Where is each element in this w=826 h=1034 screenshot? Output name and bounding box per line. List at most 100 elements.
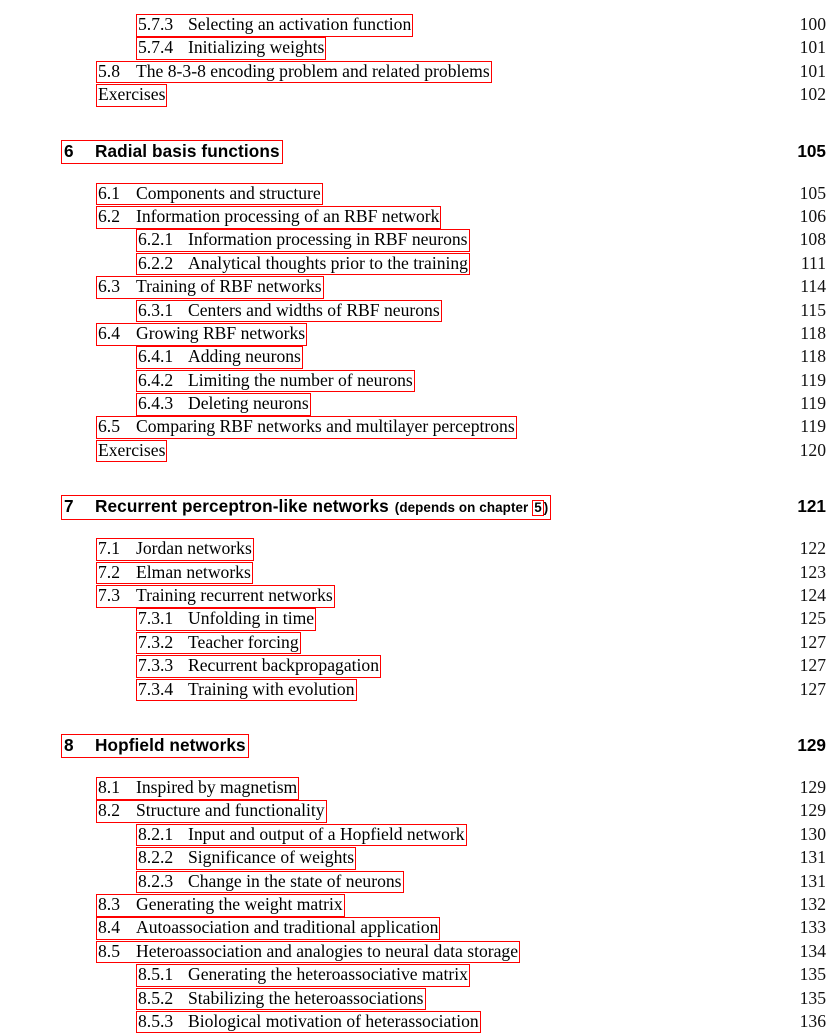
toc-entry-link[interactable]: 8.2 Structure and functionality [96,800,327,823]
toc-entry-page: 101 [799,37,826,58]
toc-chapter-title: Recurrent perceptron-like networks [95,496,389,517]
toc-chapter-link[interactable]: 8 Hopfield networks [61,733,249,759]
toc-entry-page: 129 [799,776,826,797]
toc-entry-page: 132 [799,893,826,914]
toc-entry-row: 6.4 Growing RBF networks 118 [0,322,826,346]
toc-entry-number: 6.4 [98,322,120,343]
toc-entry-row: 8.5.2 Stabilizing the heteroassociations 1… [0,987,826,1011]
toc-entry-link[interactable]: 6.4.3 Deleting neurons [136,393,311,416]
toc-chapter-page: 129 [797,734,826,755]
toc-entry-number: 6.4.3 [138,393,174,414]
toc-entry-number: 6.4.1 [138,346,174,367]
toc-entry-link[interactable]: 6.4.1 Adding neurons [136,346,303,369]
toc-entry-title: Heteroassociation and analogies to neura… [136,940,519,961]
toc-entry-link[interactable]: 7.3.1 Unfolding in time [136,608,317,632]
toc-entry-row: 8.2.1 Input and output of a Hopfield netw… [0,823,826,847]
toc-entry-row: 6.2.1 Information processing in RBF neuro… [0,229,826,252]
toc-entry-row: 8.3 Generating the weight matrix 132 [0,893,826,917]
toc-entry-link[interactable]: Exercises [96,84,168,107]
toc-entry-link[interactable]: 6.3 Training of RBF networks [96,276,324,299]
toc-entry-title: Stabilizing the heteroassociations [188,987,424,1008]
toc-entry-row: 8.5.1 Generating the heteroassociative ma… [0,964,826,987]
toc-entry-link[interactable]: 8.3 Generating the weight matrix [96,893,345,917]
toc-entry-link[interactable]: 8.1 Inspired by magnetism [96,776,300,800]
toc-entry-link[interactable]: 8.5.3 Biological motivation of heterassoc… [136,1010,481,1034]
toc-entry-link[interactable]: 8.4 Autoassociation and traditional appli… [96,917,441,940]
toc-entry-number: 7.1 [98,538,120,559]
dot-leader [365,694,774,695]
chapter-note-prefix: (depends on chapter [394,500,533,516]
toc-entry-link[interactable]: 8.5 Heteroassociation and analogies to ne… [96,940,521,964]
toc-entry-row: 8.5 Heteroassociation and analogies to ne… [0,940,826,964]
toc-entry-number: 8.1 [98,776,120,797]
toc-entry-link[interactable]: 7.3.3 Recurrent backpropagation [136,655,382,678]
toc-entry-row: Exercises 102 [0,84,826,107]
toc-entry-link[interactable]: Exercises [96,439,168,463]
toc-entry-title: Significance of weights [188,847,355,868]
toc-entry-link[interactable]: 6.2.1 Information processing in RBF neuro… [136,229,470,252]
toc-entry-link[interactable]: 8.2.1 Input and output of a Hopfield netw… [136,823,467,847]
toc-entry-link[interactable]: 8.2.2 Significance of weights [136,847,357,870]
toc-entry-link[interactable]: 8.2.3 Change in the state of neurons [136,870,404,894]
toc-entry-row: 5.7.3 Selecting an activation function 100 [0,14,826,37]
toc-entry-number: 8.2 [98,800,120,821]
chapter-note-reference-link[interactable]: 5 [532,500,544,516]
toc-entry-link[interactable]: 8.5.1 Generating the heteroassociative ma… [136,964,470,987]
toc-entry-row: 7.2 Elman networks 123 [0,561,826,585]
toc-entry-number: 8.3 [98,893,120,914]
toc-entry-link[interactable]: 8.5.2 Stabilizing the heteroassociations [136,987,426,1011]
toc-chapter-row: 6 Radial basis functions 105 [0,139,826,170]
toc-entry-link[interactable]: 6.2 Information processing of an RBF netw… [96,205,442,229]
toc-entry-number: 6.1 [98,182,120,203]
dot-leader [311,361,773,362]
toc-entry-page: 101 [799,60,826,81]
dot-leader [315,338,773,339]
toc-entry-link[interactable]: 7.3.4 Training with evolution [136,678,357,702]
toc-entry-row: 8.2 Structure and functionality 129 [0,800,826,823]
toc-entry-title: Comparing RBF networks and multilayer pe… [136,416,515,437]
toc-entry-page: 127 [799,655,826,676]
toc-entry-row: 6.2.2 Analytical thoughts prior to the tr… [0,252,826,276]
toc-entry-page: 106 [799,205,826,226]
toc-entry-link[interactable]: 7.3 Training recurrent networks [96,585,335,608]
toc-entry-link[interactable]: 5.7.3 Selecting an activation function [136,14,414,37]
toc-entry-link[interactable]: 6.2.2 Analytical thoughts prior to the tr… [136,252,470,276]
toc-entry-number: 8.5.1 [138,964,174,985]
toc-entry-link[interactable]: 7.3.2 Teacher forcing [136,631,301,655]
toc-entry-row: 8.1 Inspired by magnetism 129 [0,776,826,800]
toc-entry-link[interactable]: 6.4.2 Limiting the number of neurons [136,369,415,393]
toc-entry-page: 123 [799,561,826,582]
toc-entry-title: Biological motivation of heterassociatio… [188,1010,479,1031]
toc-entry-link[interactable]: 7.1 Jordan networks [96,538,254,561]
dot-leader [421,29,773,30]
toc-entry-title: Exercises [98,84,166,105]
toc-chapter-link[interactable]: 7 Recurrent perceptron-like networks (depe… [61,495,552,520]
toc-entry-number: 6.2.1 [138,229,174,250]
chapter-spacer [0,170,826,183]
toc-entry-page: 118 [800,346,826,367]
toc-entry-link[interactable]: 6.1 Components and structure [96,182,323,206]
toc-entry-row: 6.5 Comparing RBF networks and multilayer… [0,416,826,440]
toc-entry-link[interactable]: 7.2 Elman networks [96,561,253,585]
toc-entry-title: Elman networks [136,561,251,582]
toc-chapter-link[interactable]: 6 Radial basis functions [61,139,283,164]
toc-entry-title: Limiting the number of neurons [188,369,413,390]
toc-entry-link[interactable]: 5.7.4 Initializing weights [136,37,327,60]
dot-leader [334,52,773,53]
toc-entry-row: 8.4 Autoassociation and traditional appli… [0,917,826,940]
toc-entry-title: Information processing of an RBF network [136,205,440,226]
toc-entry-title: Change in the state of neurons [188,870,402,891]
toc-entry-row: 5.7.4 Initializing weights 101 [0,37,826,60]
toc-entry-row: 6.2 Information processing of an RBF netw… [0,205,826,229]
toc-entry-number: 7.3 [98,585,120,606]
dot-leader [364,862,773,863]
toc-entry-link[interactable]: 6.5 Comparing RBF networks and multilayer… [96,416,517,440]
toc-entry-link[interactable]: 5.8 The 8-3-8 encoding problem and relate… [96,60,492,84]
toc-entry-link[interactable]: 6.4 Growing RBF networks [96,322,308,346]
toc-entry-link[interactable]: 6.3.1 Centers and widths of RBF neurons [136,299,442,323]
toc-entry-number: 8.5.2 [138,987,174,1008]
table-of-contents: 5.7.3 Selecting an activation function 100… [0,14,826,1034]
toc-entry-number: 8.4 [98,917,120,938]
toc-entry-title: Recurrent backpropagation [188,655,380,676]
dot-leader [262,553,773,554]
